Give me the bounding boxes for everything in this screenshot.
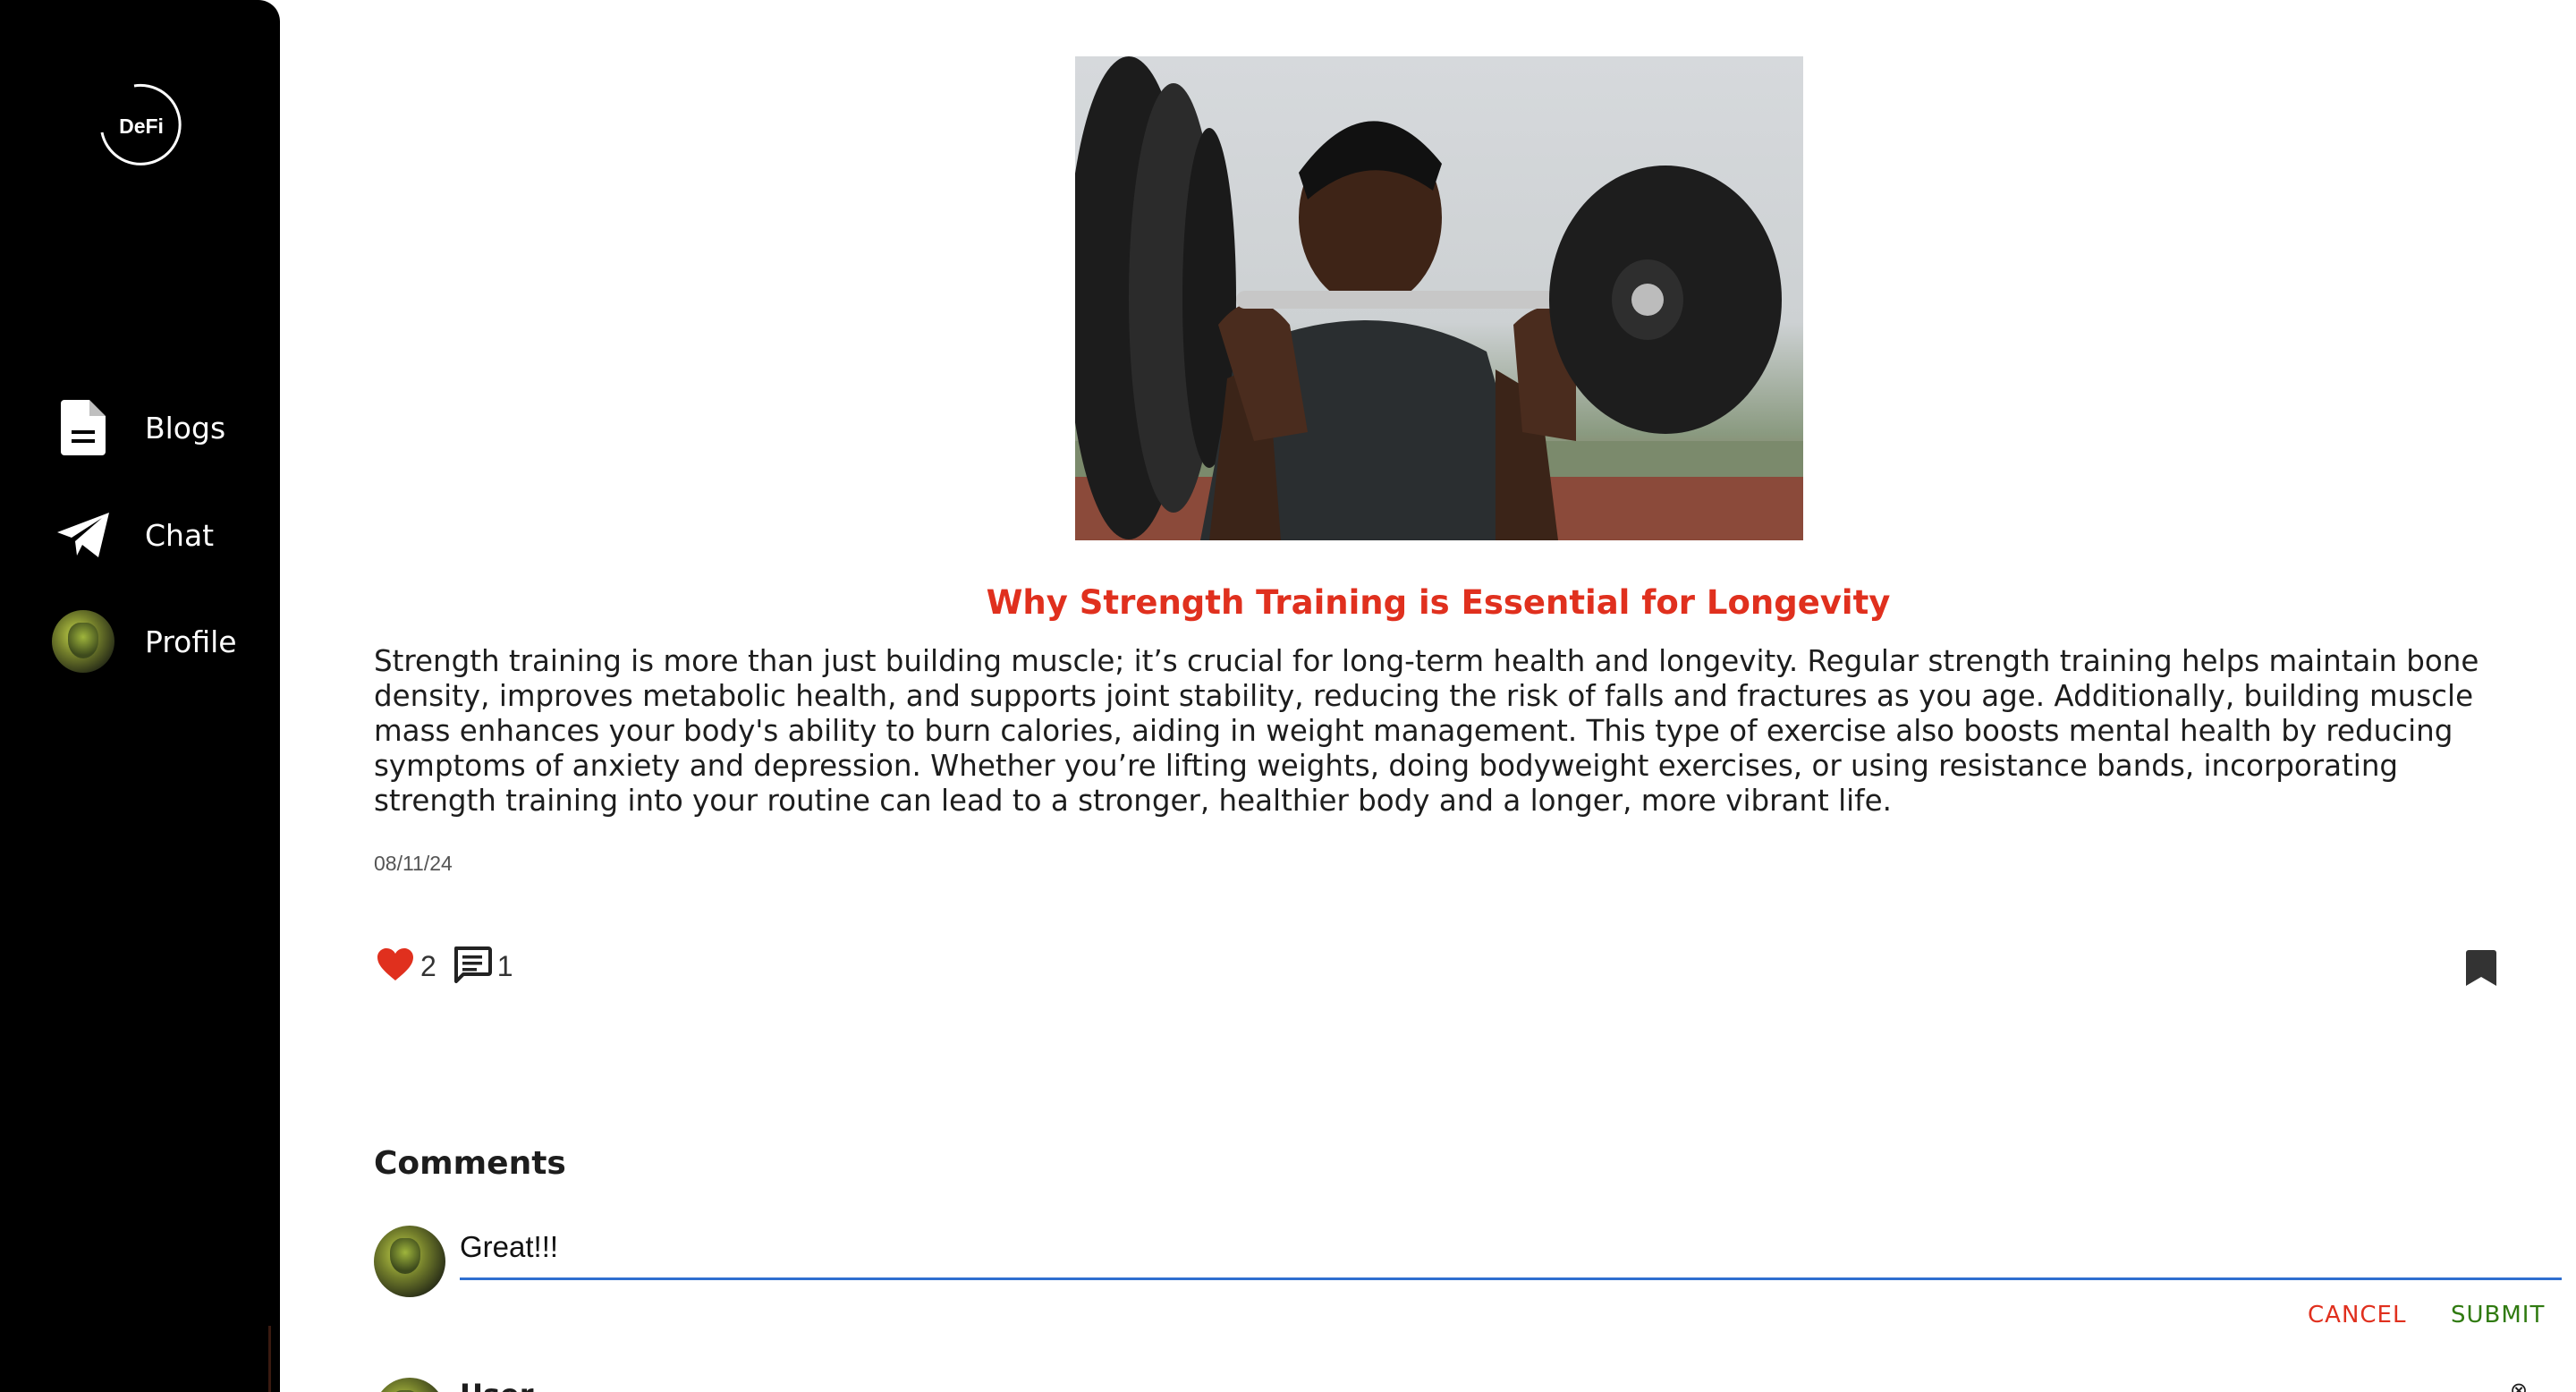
avatar (50, 608, 116, 675)
comment-icon (453, 946, 492, 987)
divider (268, 1326, 271, 1392)
avatar (374, 1378, 445, 1392)
like-button[interactable]: 2 (376, 946, 436, 986)
heart-icon (376, 946, 415, 986)
comment-count-button[interactable]: 1 (453, 946, 513, 987)
logo[interactable]: DeFi (98, 82, 184, 168)
document-icon (50, 395, 116, 461)
bookmark-icon[interactable] (2465, 950, 2497, 986)
logo-text: DeFi (119, 115, 164, 138)
comment-count: 1 (496, 949, 513, 982)
sidebar-item-profile[interactable]: Profile (50, 608, 256, 675)
post-title: Why Strength Training is Essential for L… (986, 583, 1891, 622)
post-actions: 2 1 (376, 941, 513, 991)
avatar (374, 1226, 445, 1297)
comments-heading: Comments (374, 1145, 566, 1182)
sidebar-item-chat[interactable]: Chat (50, 502, 256, 568)
submit-button[interactable]: SUBMIT (2445, 1301, 2550, 1329)
close-icon[interactable]: ⊗ (2510, 1378, 2528, 1392)
like-count: 2 (420, 949, 436, 982)
comment-item: User ⊗ (374, 1378, 2565, 1392)
cancel-button[interactable]: CANCEL (2302, 1301, 2411, 1329)
comment-input[interactable] (460, 1226, 2562, 1280)
sidebar-item-label: Blogs (145, 410, 226, 446)
comment-composer (374, 1226, 2562, 1297)
sidebar-item-label: Profile (145, 624, 237, 659)
sidebar: DeFi Blogs Chat Profile (0, 0, 280, 1392)
paper-plane-icon (50, 502, 116, 568)
post-image (1075, 56, 1803, 540)
post-date: 08/11/24 (374, 852, 453, 875)
post-body: Strength training is more than just buil… (374, 644, 2479, 818)
sidebar-item-blogs[interactable]: Blogs (50, 395, 256, 461)
comment-author: User (460, 1378, 534, 1392)
sidebar-item-label: Chat (145, 517, 215, 553)
